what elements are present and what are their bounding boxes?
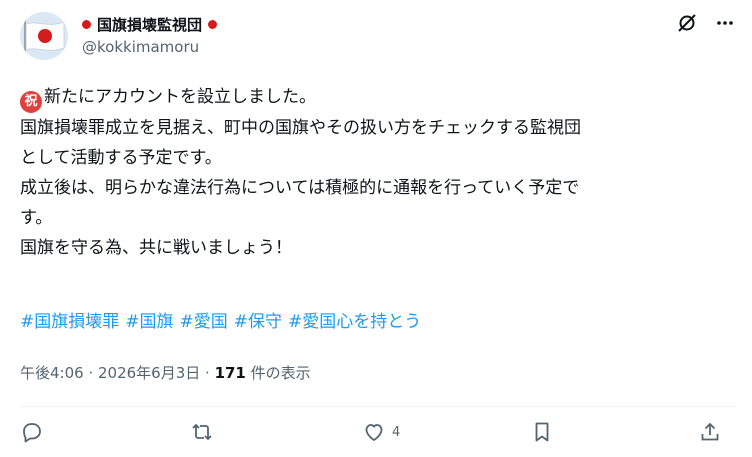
post-line-5: す。 (20, 208, 53, 228)
timestamp[interactable]: 午後4:06 · 2026年6月3日 · (20, 364, 215, 382)
hashtag-link[interactable]: #国旗損壊罪 (20, 312, 119, 332)
repost-icon (192, 424, 212, 440)
post-header: 国旗損壊監視団 @kokkimamoru (20, 10, 736, 66)
flag-dot-left-icon (82, 20, 91, 29)
flag-dot-right-icon (208, 20, 218, 29)
top-actions (676, 12, 736, 34)
user-handle[interactable]: @kokkimamoru (82, 38, 199, 56)
post-meta: 午後4:06 · 2026年6月3日 · 171 件の表示 (20, 362, 311, 383)
post-line-4: 成立後は、明らかな違法行為については積極的に通報を行っていく予定で (20, 178, 580, 198)
more-options-icon[interactable] (714, 12, 736, 34)
post-line-2: 国旗損壊罪成立を見据え、町中の国旗やその扱い方をチェックする監視団 (20, 118, 581, 138)
bookmark-icon (535, 422, 549, 442)
action-bar: 4 (20, 420, 736, 448)
post-line-1: 祝新たにアカウントを設立しました。 (20, 82, 736, 113)
share-icon (701, 423, 719, 441)
views-label: 件の表示 (245, 364, 311, 382)
avatar[interactable] (20, 12, 68, 60)
bookmark-button[interactable] (530, 420, 554, 444)
celebration-emoji-icon: 祝 (20, 91, 42, 113)
display-name-row: 国旗損壊監視団 (82, 14, 218, 35)
reply-button[interactable] (20, 420, 44, 444)
hashtag-link[interactable]: #愛国心を持とう (288, 312, 421, 332)
display-name[interactable]: 国旗損壊監視団 (97, 14, 202, 35)
hashtag-link[interactable]: #愛国 (180, 312, 228, 332)
hashtag-list: #国旗損壊罪 #国旗 #愛国 #保守 #愛国心を持とう (20, 307, 427, 337)
heart-icon (365, 424, 383, 441)
hashtag-link[interactable]: #国旗 (125, 312, 173, 332)
repost-button[interactable] (190, 420, 214, 444)
post-line-3: として活動する予定です。 (20, 148, 222, 168)
views-count: 171 (214, 364, 246, 382)
reply-icon (23, 423, 41, 443)
hashtag-link[interactable]: #保守 (234, 312, 282, 332)
post-line-1-text: 新たにアカウントを設立しました。 (44, 87, 316, 107)
post-text: 祝新たにアカウントを設立しました。 国旗損壊罪成立を見据え、町中の国旗やその扱い… (20, 82, 736, 263)
divider (20, 406, 736, 407)
grok-icon[interactable] (676, 12, 698, 34)
share-button[interactable] (698, 420, 722, 444)
post-line-6: 国旗を守る為、共に戦いましょう！ (20, 238, 292, 258)
like-button[interactable]: 4 (362, 420, 400, 444)
like-count: 4 (392, 424, 401, 440)
japan-flag-avatar-icon (20, 12, 68, 60)
